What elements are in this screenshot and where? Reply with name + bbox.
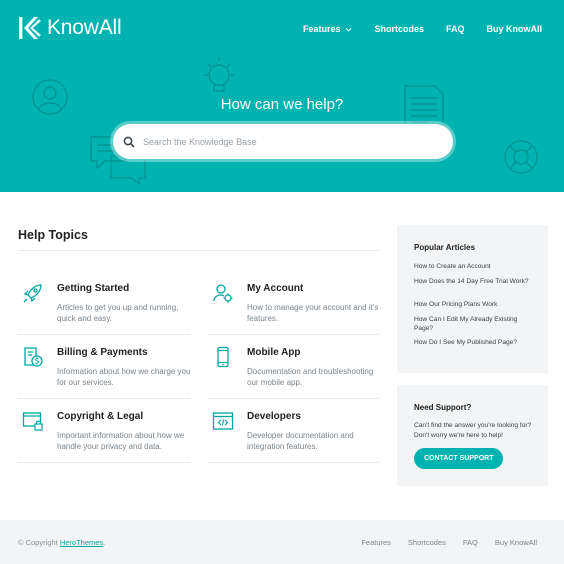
main-nav: Features Shortcodes FAQ Buy KnowAll — [281, 24, 542, 34]
chevron-down-icon — [345, 27, 352, 32]
browser-lock-icon — [22, 412, 43, 431]
footer-link-shortcodes[interactable]: Shortcodes — [408, 538, 446, 547]
footer-link-features[interactable]: Features — [361, 538, 391, 547]
popular-article-link[interactable]: How to Create an Account — [414, 262, 536, 271]
nav-item-label: Features — [302, 24, 341, 34]
divider — [18, 250, 380, 251]
popular-articles-title: Popular Articles — [414, 243, 476, 252]
topic-description: Articles to get you up and running, quic… — [57, 303, 179, 323]
topic-my-account[interactable]: My Account How to manage your account an… — [208, 273, 380, 335]
popular-article-link[interactable]: How Can I Edit My Already Existing Page? — [414, 315, 536, 333]
popular-article-link[interactable]: How Does the 14 Day Free Trial Work? — [414, 277, 536, 286]
topic-title: Mobile App — [247, 347, 301, 358]
footer-nav: Features Shortcodes FAQ Buy KnowAll — [344, 538, 537, 547]
nav-item-shortcodes[interactable]: Shortcodes — [374, 24, 424, 34]
topic-description: Documentation and troubleshooting our mo… — [247, 367, 374, 387]
nav-item-label: Buy KnowAll — [486, 24, 543, 34]
hero-section: KnowAll Features Shortcodes FAQ Buy Know… — [0, 0, 564, 192]
rocket-icon — [23, 284, 42, 303]
topic-copyright-legal[interactable]: Copyright & Legal Important information … — [18, 401, 190, 463]
nav-item-buy-knowall[interactable]: Buy KnowAll — [487, 24, 543, 34]
topic-title: Copyright & Legal — [57, 411, 144, 422]
footer: © Copyright HeroThemes. Features Shortco… — [0, 520, 564, 564]
popular-article-link[interactable]: How Do I See My Published Page? — [414, 338, 536, 347]
user-gear-icon — [213, 284, 233, 303]
lightbulb-icon — [204, 57, 234, 92]
topic-description: Information about how we charge you for … — [57, 367, 191, 387]
topic-mobile-app[interactable]: Mobile App Documentation and troubleshoo… — [208, 337, 380, 399]
need-support-text: Can't find the answer you're looking for… — [414, 422, 532, 439]
topic-developers[interactable]: Developers Developer documentation and i… — [208, 401, 380, 463]
search-bar[interactable] — [113, 124, 453, 159]
search-input[interactable] — [143, 136, 433, 147]
topic-title: Developers — [247, 411, 301, 422]
mobile-phone-icon — [217, 346, 229, 368]
search-icon — [123, 136, 135, 148]
topic-getting-started[interactable]: Getting Started Articles to get you up a… — [18, 273, 190, 335]
nav-item-faq[interactable]: FAQ — [446, 24, 465, 34]
topic-description: Developer documentation and integration … — [247, 431, 354, 451]
copyright: © Copyright HeroThemes. — [18, 538, 105, 547]
invoice-dollar-icon — [24, 347, 43, 367]
topic-billing-payments[interactable]: Billing & Payments Information about how… — [18, 337, 190, 399]
need-support-title: Need Support? — [414, 403, 472, 412]
popular-articles-widget: Popular Articles How to Create an Accoun… — [397, 225, 548, 373]
topic-description: Important information about how we handl… — [57, 431, 185, 451]
topic-title: My Account — [247, 283, 304, 294]
footer-link-buy-knowall[interactable]: Buy KnowAll — [495, 538, 537, 547]
knowall-logo-icon — [19, 17, 41, 39]
lifebuoy-icon — [504, 140, 538, 174]
need-support-widget: Need Support? Can't find the answer you'… — [397, 385, 548, 486]
logo[interactable]: KnowAll — [18, 16, 122, 40]
topic-title: Getting Started — [57, 283, 130, 294]
logo-text: KnowAll — [47, 16, 122, 39]
topic-description: How to manage your account and it's feat… — [247, 303, 379, 323]
nav-item-features[interactable]: Features — [303, 24, 353, 34]
footer-link-faq[interactable]: FAQ — [463, 538, 478, 547]
hero-title: How can we help? — [220, 96, 344, 113]
herothemes-link[interactable]: HeroThemes — [60, 538, 103, 547]
help-topics-heading: Help Topics — [18, 228, 88, 242]
popular-article-link[interactable]: How Our Pricing Plans Work — [414, 300, 536, 309]
nav-item-label: FAQ — [445, 24, 465, 34]
nav-item-label: Shortcodes — [374, 24, 424, 34]
topic-title: Billing & Payments — [57, 347, 148, 358]
copyright-prefix: © Copyright — [18, 538, 58, 547]
contact-support-button[interactable]: CONTACT SUPPORT — [414, 448, 504, 469]
copyright-suffix: . — [103, 538, 106, 547]
code-window-icon — [212, 412, 234, 430]
